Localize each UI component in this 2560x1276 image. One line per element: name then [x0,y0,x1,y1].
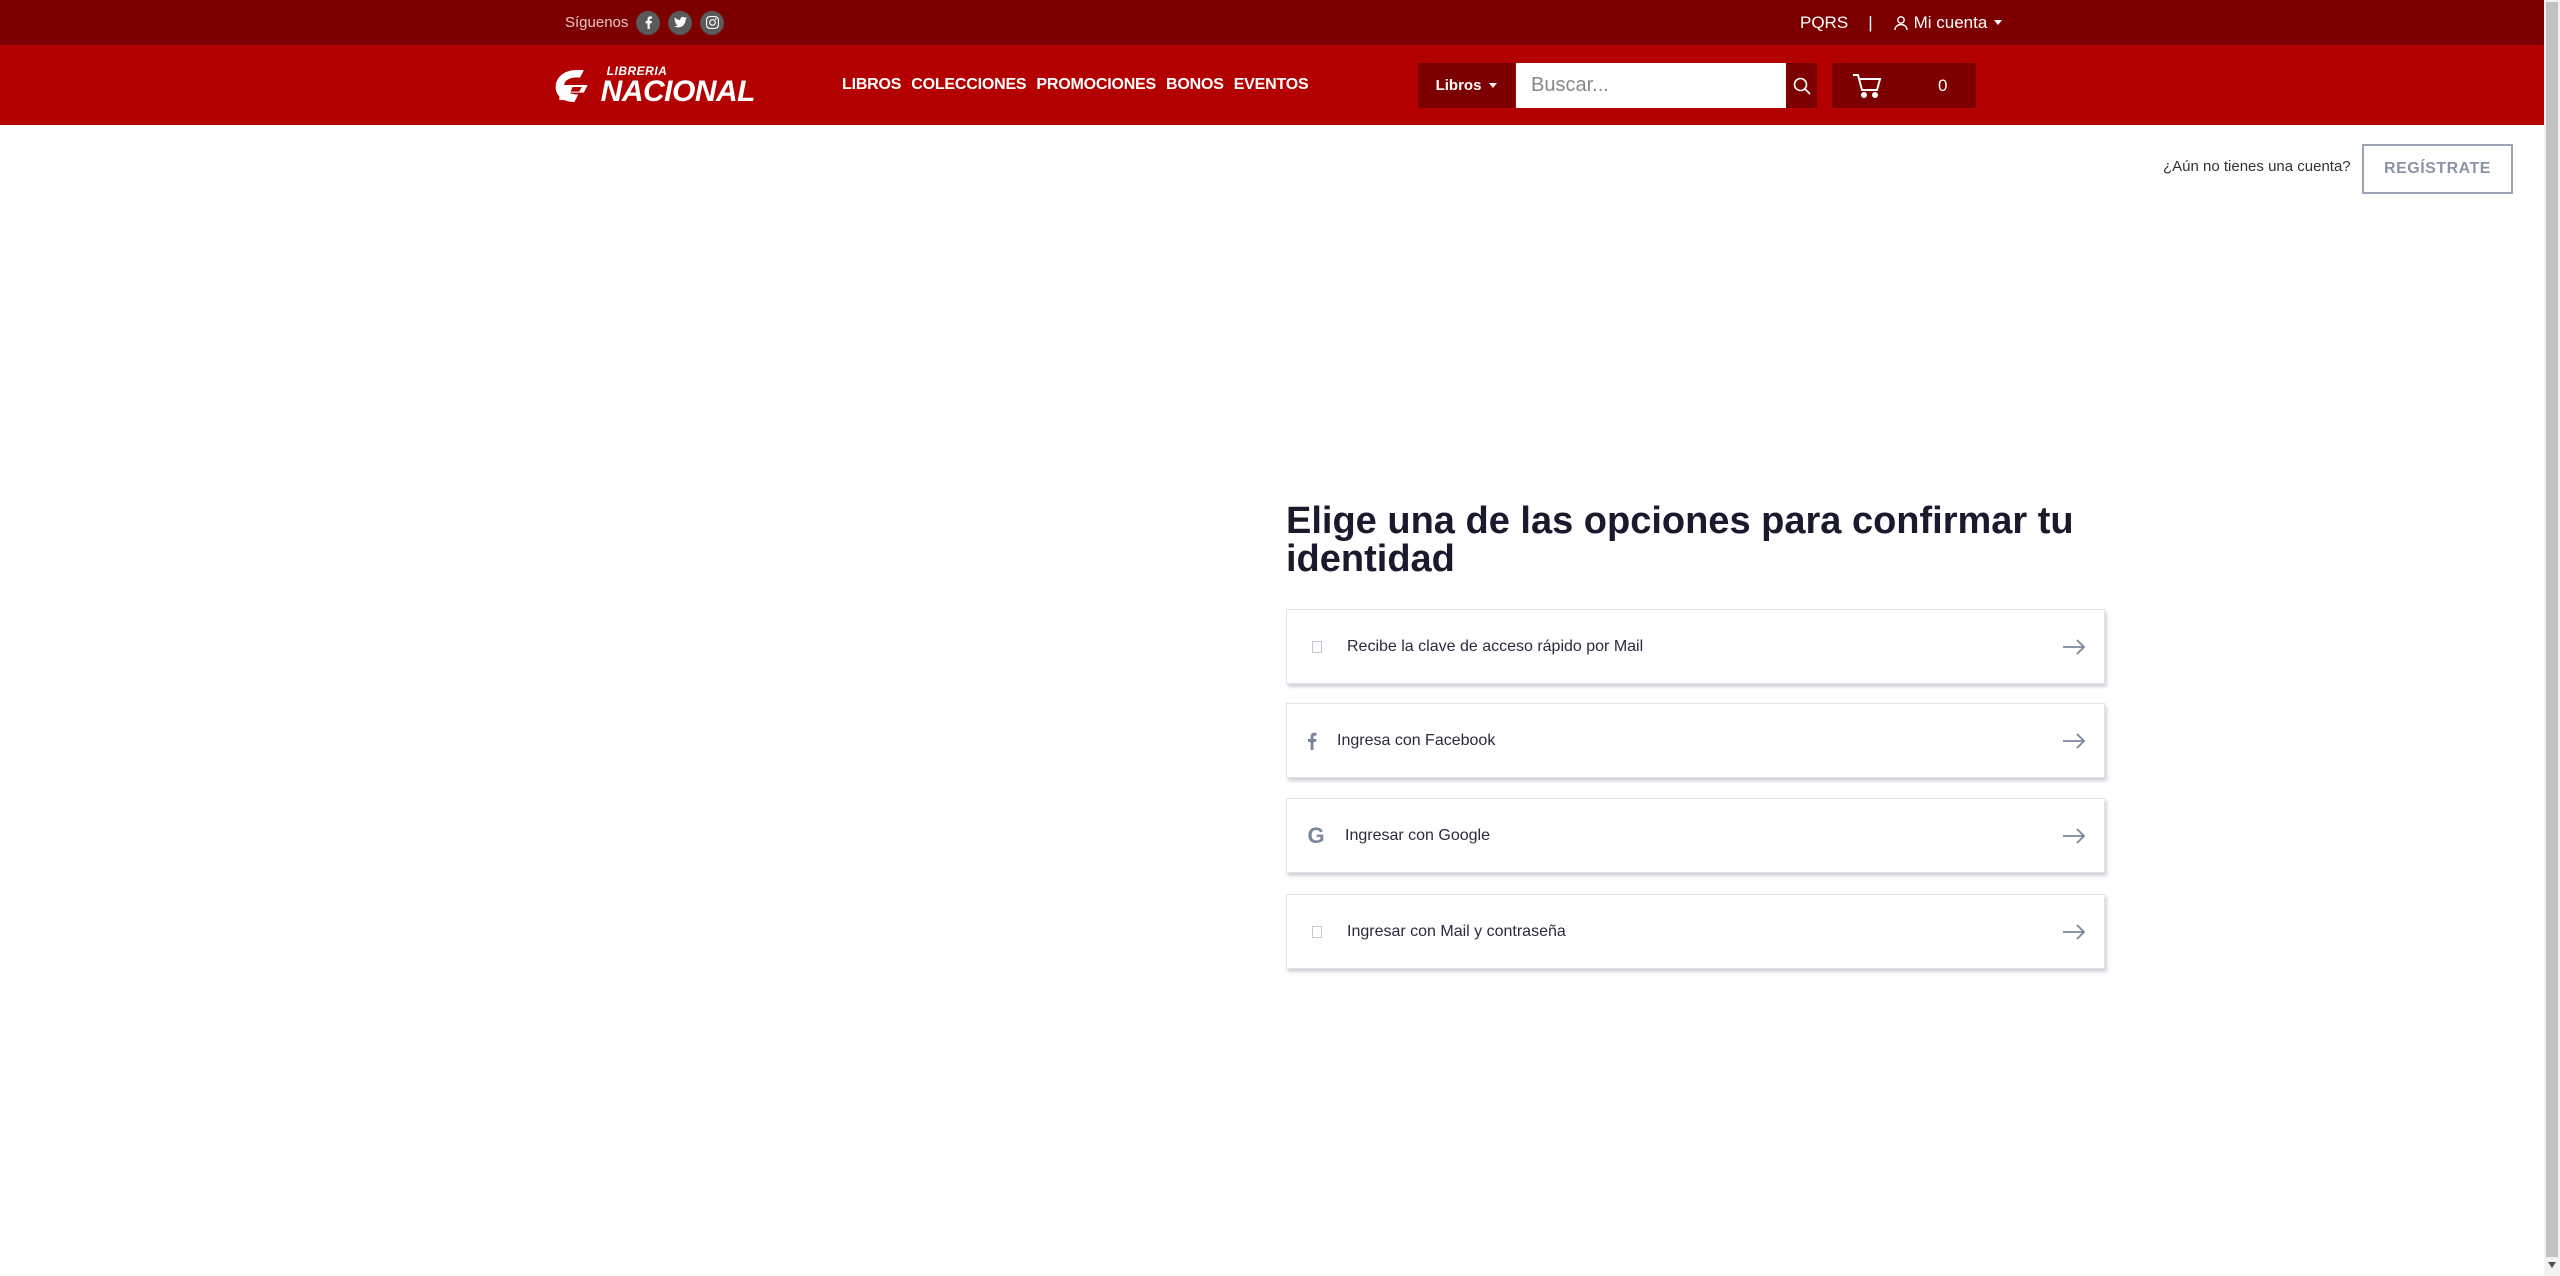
account-label: Mi cuenta [1913,12,1988,32]
arrow-right-icon [2044,923,2104,940]
menu-item-eventos[interactable]: EVENTOS [1234,76,1309,94]
instagram-icon[interactable] [700,10,725,35]
google-icon: G [1307,822,1325,848]
option-label: Ingresar con Google [1345,826,1490,844]
lock-icon [1287,925,1347,938]
cart-icon [1853,73,1882,98]
facebook-icon[interactable] [636,10,661,35]
cart-button[interactable]: 0 [1832,63,1976,108]
search-scope-label: Libros [1435,77,1482,94]
twitter-icon[interactable] [668,10,693,35]
option-label: Recibe la clave de acceso rápido por Mai… [1347,637,1644,655]
facebook-icon [1287,732,1337,750]
logo-text: LIBRERIA NACIONAL [600,65,756,108]
menu-item-colecciones[interactable]: COLECCIONES [911,76,1026,94]
search-scope-dropdown[interactable]: Libros [1418,63,1515,108]
main-menu: LIBROS COLECCIONES PROMOCIONES BONOS EVE… [842,45,1309,125]
option-mail-password[interactable]: Ingresar con Mail y contraseña [1286,894,2105,969]
option-label: Ingresar con Mail y contraseña [1347,922,1566,940]
option-facebook[interactable]: Ingresa con Facebook [1286,703,2105,778]
menu-item-libros[interactable]: LIBROS [842,76,901,94]
follow-label: Síguenos [565,14,629,31]
arrow-right-icon [2044,638,2104,655]
scrollbar-thumb[interactable] [2546,2,2558,1257]
search-icon [1793,77,1811,95]
user-icon [1893,15,1908,30]
arrow-right-icon [2044,732,2104,749]
register-button[interactable]: REGÍSTRATE [2362,144,2513,194]
option-label: Ingresa con Facebook [1337,731,1496,749]
search-input[interactable] [1516,63,1786,108]
account-menu[interactable]: Mi cuenta [1893,13,2003,33]
top-links: PQRS | Mi cuenta [1800,0,2003,45]
cart-count: 0 [1938,75,1948,95]
chevron-down-icon [1994,20,2003,25]
logo[interactable]: LIBRERIA NACIONAL [550,63,756,109]
logo-big-text: NACIONAL [600,75,756,108]
chevron-down-icon [1489,83,1498,88]
main-navbar: LIBRERIA NACIONAL LIBROS COLECCIONES PRO… [0,45,2544,125]
arrow-right-icon [2044,827,2104,844]
logo-mark-icon [555,70,588,102]
option-mail-code[interactable]: Recibe la clave de acceso rápido por Mai… [1286,609,2105,684]
menu-item-promociones[interactable]: PROMOCIONES [1036,76,1156,94]
separator: | [1868,12,1873,32]
scroll-down-arrow-icon[interactable] [2548,1262,2556,1268]
mail-icon [1287,640,1347,653]
search-button[interactable] [1786,63,1817,108]
no-account-text: ¿Aún no tienes una cuenta? [2163,158,2351,175]
social-follow: Síguenos [565,0,725,45]
menu-item-bonos[interactable]: BONOS [1166,76,1224,94]
option-google[interactable]: G Ingresar con Google [1286,798,2105,873]
page-title: Elige una de las opciones para confirmar… [1286,500,2074,580]
top-bar: Síguenos PQRS | Mi cuenta [0,0,2544,45]
pqrs-link[interactable]: PQRS [1800,13,1848,33]
